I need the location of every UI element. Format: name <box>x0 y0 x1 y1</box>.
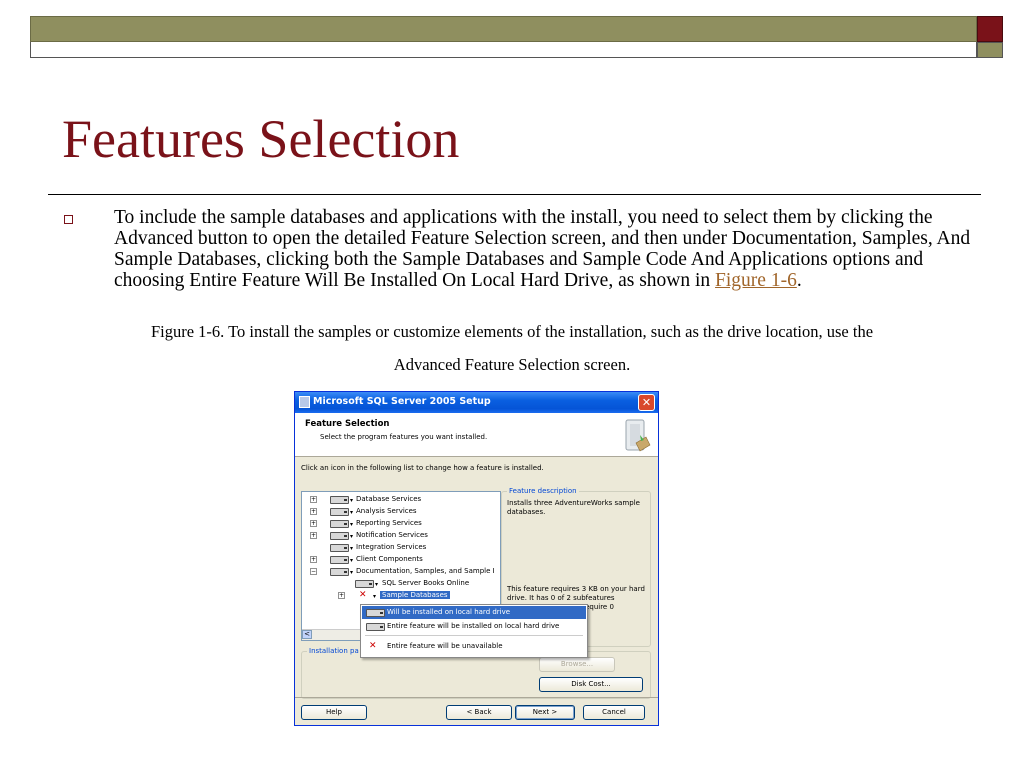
setup-dialog: Microsoft SQL Server 2005 Setup ✕ Featur… <box>294 391 659 726</box>
dialog-title: Microsoft SQL Server 2005 Setup <box>313 396 491 407</box>
setup-box-icon <box>625 419 651 452</box>
disk-cost-button[interactable]: Disk Cost... <box>539 677 643 692</box>
dropdown-arrow-icon[interactable]: ▾ <box>350 569 353 576</box>
expand-icon[interactable]: + <box>310 496 317 503</box>
menu-label: Will be installed on local hard drive <box>387 608 511 616</box>
bullet-paragraph: To include the sample databases and appl… <box>114 207 974 291</box>
feature-description-legend: Feature description <box>507 487 579 495</box>
tree-label-selected: Sample Databases <box>380 591 450 599</box>
tree-label: Analysis Services <box>356 507 417 515</box>
unavailable-x-icon: ✕ <box>369 641 377 651</box>
top-decorative-band-lower <box>30 42 977 58</box>
collapse-icon[interactable]: − <box>310 568 317 575</box>
figure-caption-line2: Advanced Feature Selection screen. <box>393 355 631 374</box>
dropdown-arrow-icon[interactable]: ▾ <box>350 509 353 516</box>
tree-label: Client Components <box>356 555 423 563</box>
next-button[interactable]: Next > <box>515 705 575 720</box>
drive-icon[interactable] <box>330 544 349 552</box>
feature-description-text: Installs three AdventureWorks sample dat… <box>507 499 640 516</box>
dialog-header: Feature Selection Select the program fea… <box>295 413 658 457</box>
bullet-text: To include the sample databases and appl… <box>114 207 971 291</box>
expand-icon[interactable]: + <box>310 520 317 527</box>
menu-separator <box>365 635 583 636</box>
bullet-end: . <box>796 270 802 291</box>
button-bar-separator <box>295 697 658 698</box>
installation-path-legend: Installation pa <box>307 647 361 655</box>
dropdown-arrow-icon[interactable]: ▾ <box>350 533 353 540</box>
corner-square-olive <box>977 42 1003 58</box>
drive-icon[interactable] <box>330 496 349 504</box>
setup-app-icon <box>299 396 310 408</box>
menu-item-install-local[interactable]: Will be installed on local hard drive <box>362 606 586 619</box>
drive-icon[interactable] <box>330 556 349 564</box>
tree-label: Notification Services <box>356 531 428 539</box>
expand-icon[interactable]: + <box>338 592 345 599</box>
expand-icon[interactable]: + <box>310 508 317 515</box>
top-decorative-band <box>30 16 977 42</box>
dialog-titlebar: Microsoft SQL Server 2005 Setup ✕ <box>295 392 658 413</box>
menu-item-unavailable[interactable]: ✕ Entire feature will be unavailable <box>362 640 586 653</box>
slide-title: Features Selection <box>62 109 460 169</box>
install-option-menu: Will be installed on local hard drive En… <box>360 604 588 658</box>
menu-label: Entire feature will be installed on loca… <box>387 622 560 630</box>
dropdown-arrow-icon[interactable]: ▾ <box>350 497 353 504</box>
figure-caption-line1: Figure 1-6. To install the samples or cu… <box>150 322 874 341</box>
corner-square-red <box>977 16 1003 42</box>
help-button[interactable]: Help <box>301 705 367 720</box>
dropdown-arrow-icon[interactable]: ▾ <box>373 593 376 600</box>
expand-icon[interactable]: + <box>310 532 317 539</box>
unavailable-x-icon[interactable]: ✕ <box>359 590 367 600</box>
dropdown-arrow-icon[interactable]: ▾ <box>375 581 378 588</box>
instruction-text: Click an icon in the following list to c… <box>301 464 544 472</box>
header-subtitle: Select the program features you want ins… <box>320 433 488 441</box>
drive-icon[interactable] <box>330 568 349 576</box>
bullet-square-icon <box>64 215 73 224</box>
drive-icon[interactable] <box>330 508 349 516</box>
tree-label: Documentation, Samples, and Sample I <box>356 567 495 575</box>
title-divider <box>48 194 981 195</box>
tree-label: SQL Server Books Online <box>382 579 470 587</box>
cancel-button[interactable]: Cancel <box>583 705 645 720</box>
dropdown-arrow-icon[interactable]: ▾ <box>350 545 353 552</box>
drive-icon[interactable] <box>355 580 374 588</box>
drive-stack-icon <box>366 623 385 631</box>
drive-icon[interactable] <box>330 532 349 540</box>
tree-label: Database Services <box>356 495 422 503</box>
back-button[interactable]: < Back <box>446 705 512 720</box>
menu-label: Entire feature will be unavailable <box>387 642 503 650</box>
expand-icon[interactable]: + <box>310 556 317 563</box>
dropdown-arrow-icon[interactable]: ▾ <box>350 557 353 564</box>
dropdown-arrow-icon[interactable]: ▾ <box>350 521 353 528</box>
drive-icon[interactable] <box>330 520 349 528</box>
figure-link[interactable]: Figure 1-6 <box>715 270 797 291</box>
browse-button[interactable]: Browse... <box>539 657 615 672</box>
requirements-line: This feature requires 3 KB on your hard … <box>507 585 645 602</box>
header-title: Feature Selection <box>305 419 390 429</box>
tree-label: Integration Services <box>356 543 427 551</box>
menu-item-entire-feature-local[interactable]: Entire feature will be installed on loca… <box>362 620 586 633</box>
scroll-left-button[interactable]: < <box>302 630 312 639</box>
close-button[interactable]: ✕ <box>638 394 655 411</box>
drive-icon <box>366 609 385 617</box>
tree-label: Reporting Services <box>356 519 422 527</box>
